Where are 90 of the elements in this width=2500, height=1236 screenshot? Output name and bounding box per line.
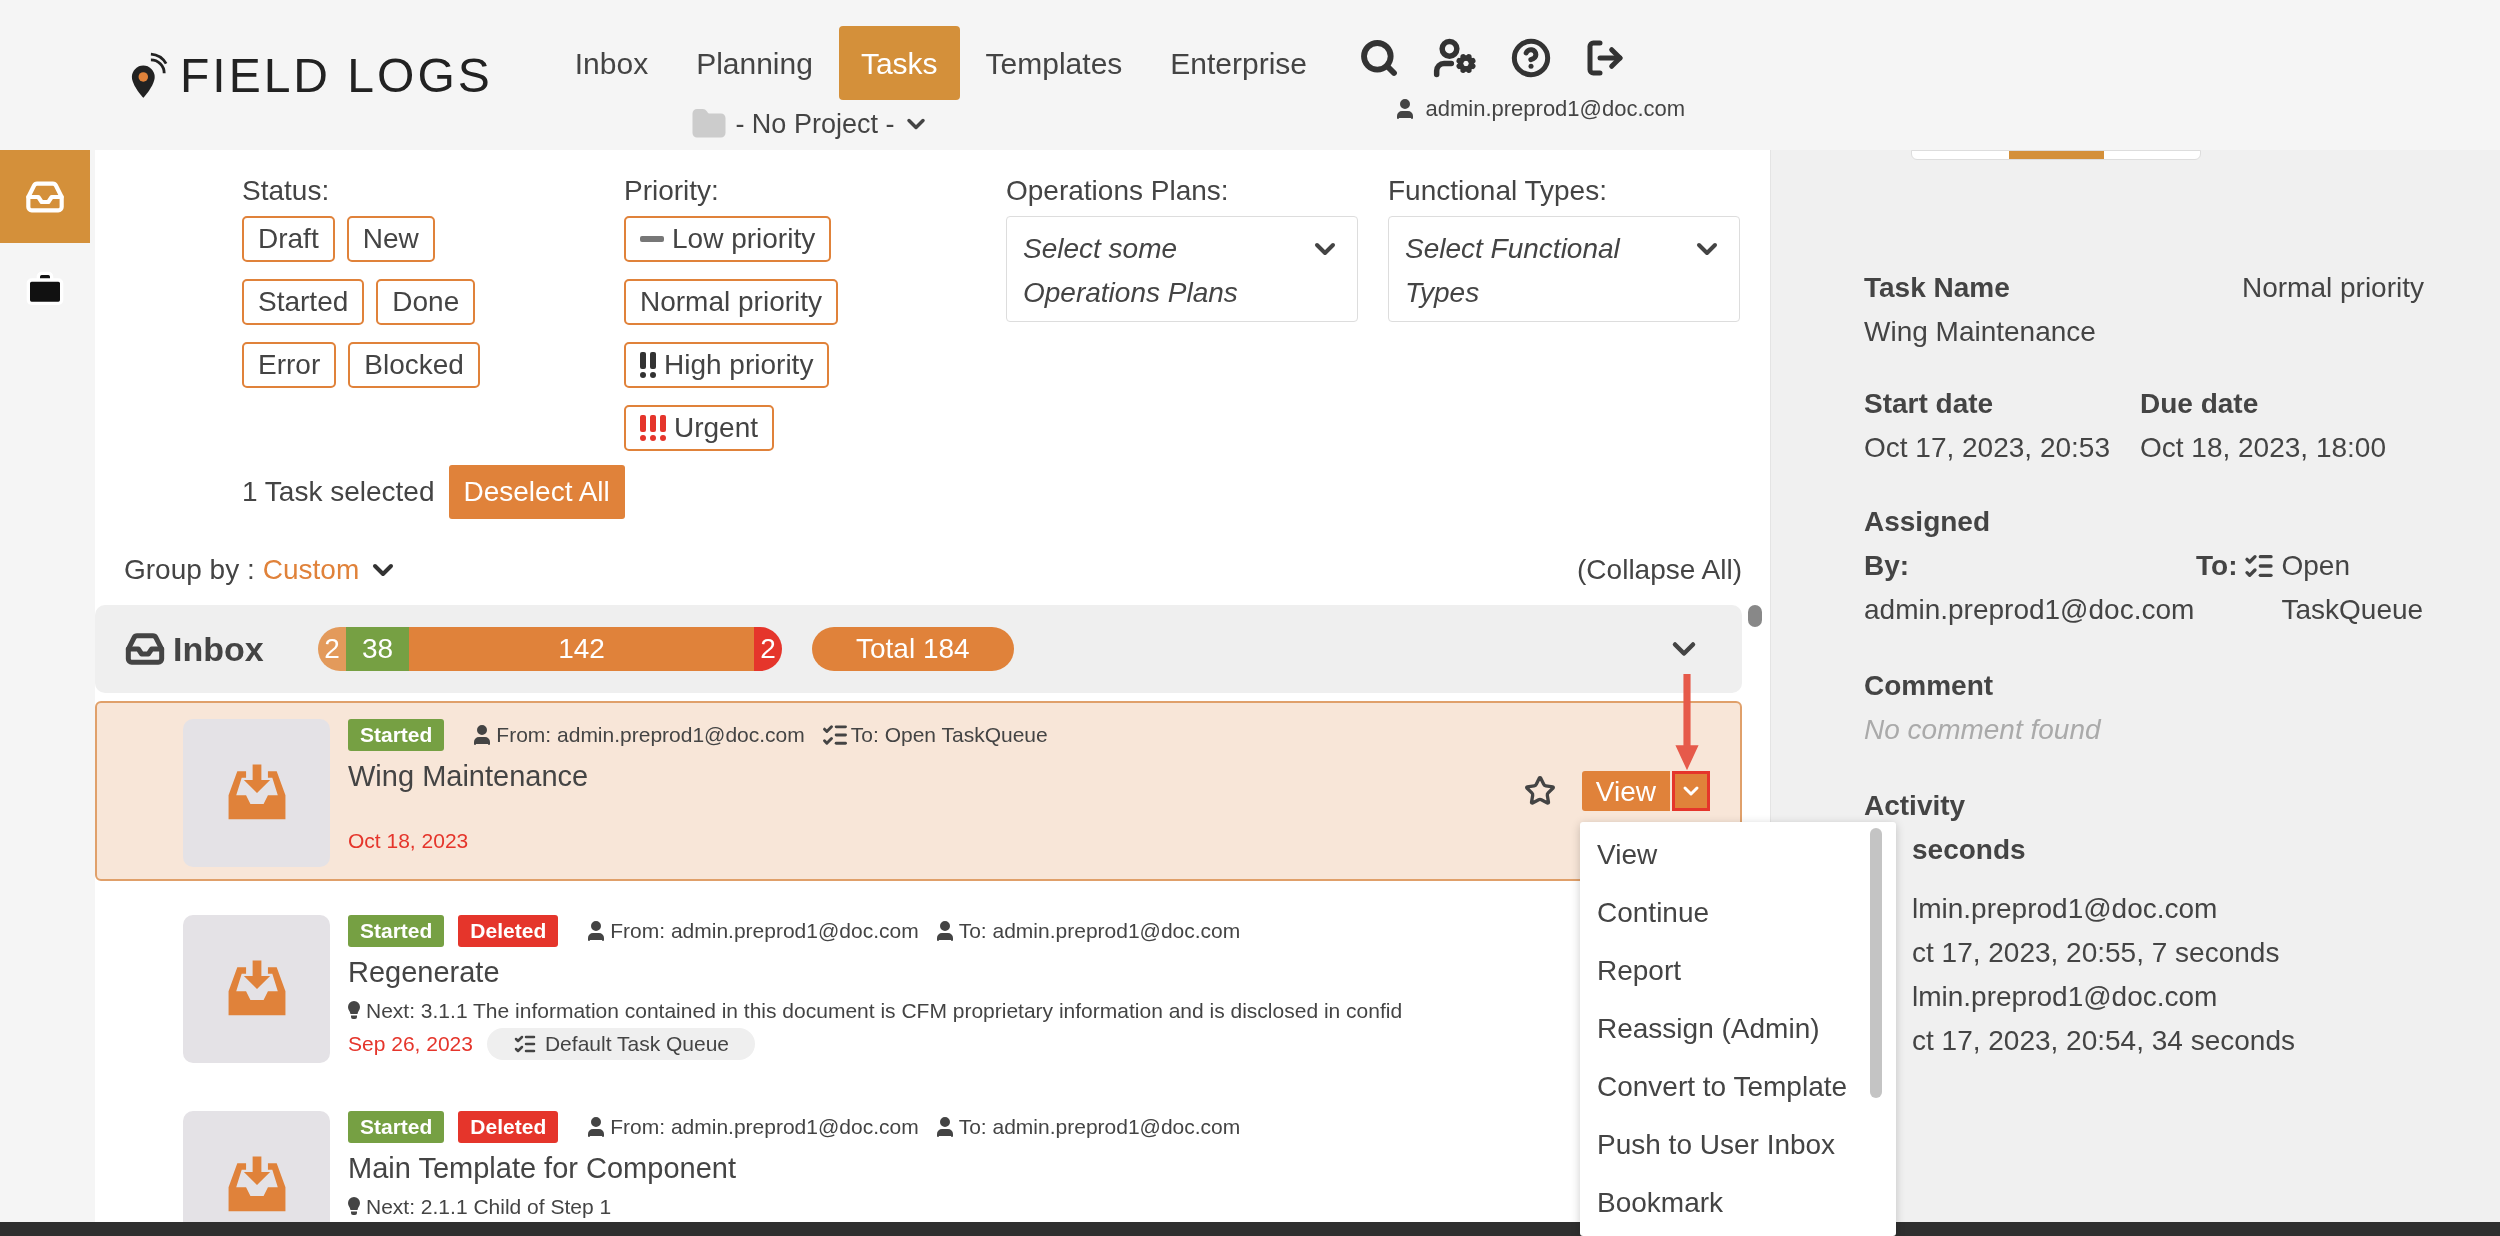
- field-label: To:: [2196, 549, 2238, 583]
- menu-item[interactable]: Push to User Inbox: [1580, 1116, 1870, 1174]
- field-label: Start date: [1864, 387, 1995, 421]
- count-segment: 2: [318, 627, 346, 671]
- activity-text: lmin.preprod1@doc.com: [1912, 980, 2218, 1014]
- selection-count: 1 Task selected: [242, 475, 435, 509]
- menu-item[interactable]: Reassign (Admin): [1580, 1000, 1870, 1058]
- field-value: Wing Maintenance: [1864, 315, 2097, 349]
- nav-tab[interactable]: Templates: [963, 26, 1145, 100]
- field-label: Comment: [1864, 669, 1995, 703]
- user-email: admin.preprod1@doc.com: [1425, 95, 1686, 123]
- status-badge: Started: [348, 1111, 445, 1143]
- filter-chip[interactable]: High priority: [624, 342, 830, 388]
- filter-chip[interactable]: Normal priority: [624, 279, 839, 325]
- next-step-text: Next: 2.1.1 Child of Step 1: [366, 1193, 612, 1220]
- to-text: To: admin.preprod1@doc.com: [958, 1114, 1241, 1141]
- filter-label: Functional Types:: [1388, 174, 1608, 208]
- count-segment: 38: [346, 627, 410, 671]
- empty-comment: No comment found: [1864, 713, 2103, 747]
- filter-chip[interactable]: Error: [242, 342, 337, 388]
- menu-item[interactable]: Convert to Template: [1580, 1058, 1870, 1116]
- user-settings-icon[interactable]: [1433, 36, 1478, 80]
- filter-chip[interactable]: Started: [242, 279, 365, 325]
- status-badge: Deleted: [458, 1111, 559, 1143]
- from-text: From: admin.preprod1@doc.com: [496, 722, 805, 749]
- menu-item[interactable]: Bookmark: [1580, 1174, 1870, 1232]
- nav-tab[interactable]: Inbox: [552, 26, 671, 100]
- operations-plans-select[interactable]: Select some Operations Plans: [1006, 216, 1358, 322]
- filter-chip[interactable]: Done: [376, 279, 476, 325]
- lightbulb-icon: [348, 1001, 360, 1020]
- field-label: Task Name: [1864, 271, 2010, 305]
- field-label: Activity: [1864, 789, 1967, 823]
- field-value: Oct 17, 2023, 20:53: [1864, 431, 2111, 465]
- count-segment: 142: [409, 627, 754, 671]
- activity-text: seconds: [1912, 833, 2026, 867]
- count-segment: 2: [754, 627, 782, 671]
- filter-label: Operations Plans:: [1006, 174, 1230, 208]
- activity-text: ct 17, 2023, 20:54, 34 seconds: [1912, 1024, 2295, 1058]
- due-date: Sep 26, 2023: [348, 1031, 473, 1058]
- double-exclamation-icon: [640, 352, 656, 378]
- from-text: From: admin.preprod1@doc.com: [610, 1114, 919, 1141]
- collapse-all-link[interactable]: (Collapse All): [1577, 549, 1742, 591]
- to-text: To: admin.preprod1@doc.com: [958, 918, 1241, 945]
- task-title: Main Template for Component: [348, 1151, 736, 1186]
- priority-text: Normal priority: [2241, 271, 2424, 305]
- lightbulb-icon: [348, 1197, 360, 1216]
- group-header[interactable]: Inbox 2 38 142 2 Total 184: [95, 605, 1742, 693]
- filter-chip[interactable]: Urgent: [624, 405, 775, 451]
- search-icon[interactable]: [1359, 38, 1400, 78]
- menu-item[interactable]: Report: [1580, 942, 1870, 1000]
- filter-chip[interactable]: Draft: [242, 216, 335, 262]
- next-step-text: Next: 3.1.1 The information contained in this document is CFM proprietary information and is disclosed in confid: [366, 997, 1403, 1024]
- star-icon[interactable]: [1523, 775, 1556, 807]
- nav-tab[interactable]: Enterprise: [1148, 26, 1330, 100]
- field-label: Assigned: [1864, 505, 1992, 539]
- field-label: Due date: [2140, 387, 2260, 421]
- functional-types-select[interactable]: Select Functional Types: [1388, 216, 1740, 322]
- status-badge: Deleted: [458, 915, 559, 947]
- filter-label: Priority:: [624, 174, 720, 208]
- help-icon[interactable]: [1511, 38, 1552, 78]
- nav-tab[interactable]: Planning: [674, 26, 835, 100]
- activity-text: lmin.preprod1@doc.com: [1912, 892, 2218, 926]
- location-pin-icon: [130, 52, 168, 100]
- status-badge: Started: [348, 719, 445, 751]
- filter-chip[interactable]: New: [346, 216, 435, 262]
- task-title: Wing Maintenance: [348, 759, 589, 794]
- group-by-label: Group by :: [124, 553, 255, 587]
- field-label: By:: [1864, 549, 1911, 583]
- due-date: Oct 18, 2023: [348, 827, 469, 854]
- to-text: To: Open TaskQueue: [850, 722, 1048, 749]
- queue-tag: Default Task Queue: [486, 1028, 755, 1060]
- filter-chip[interactable]: Blocked: [348, 342, 480, 388]
- task-title: Regenerate: [348, 955, 500, 990]
- triple-exclamation-icon: [640, 415, 666, 441]
- dash-icon: [640, 236, 664, 242]
- total-count: Total 184: [812, 627, 1014, 671]
- filter-chip[interactable]: Low priority: [624, 216, 832, 262]
- field-value: Open TaskQueue: [2281, 549, 2425, 627]
- filter-label: Status:: [242, 174, 331, 208]
- project-selector[interactable]: - No Project -: [691, 104, 931, 145]
- app-logo[interactable]: FIELD LOGS: [130, 40, 493, 112]
- field-value: admin.preprod1@doc.com: [1864, 593, 2196, 627]
- scrollbar-thumb: [1748, 605, 1762, 627]
- field-value: Oct 18, 2023, 18:00: [2140, 431, 2386, 465]
- status-badge: Started: [348, 915, 445, 947]
- menu-item[interactable]: Continue: [1580, 884, 1870, 942]
- from-text: From: admin.preprod1@doc.com: [610, 918, 919, 945]
- view-dropdown-toggle[interactable]: [1672, 771, 1710, 811]
- activity-text: ct 17, 2023, 20:55, 7 seconds: [1912, 936, 2280, 970]
- group-title: Inbox: [173, 628, 265, 670]
